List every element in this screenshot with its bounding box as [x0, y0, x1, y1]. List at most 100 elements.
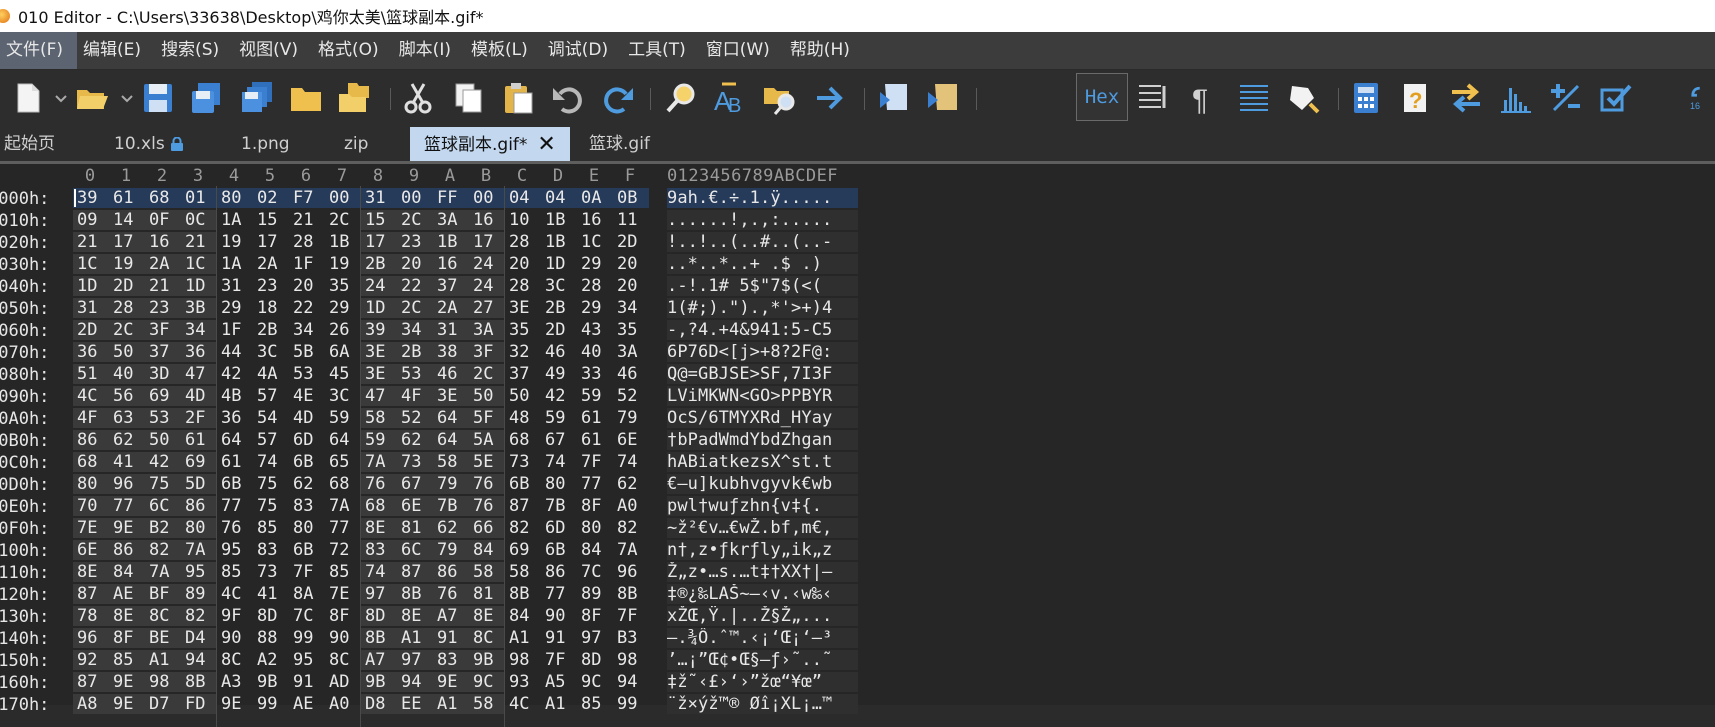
hex-byte[interactable]: 57 [253, 430, 289, 450]
hex-byte[interactable]: AE [289, 694, 325, 714]
hex-byte[interactable]: 8E [469, 606, 505, 626]
hex-byte[interactable]: 85 [325, 562, 361, 582]
hex-byte[interactable]: 33 [577, 364, 613, 384]
hex-byte[interactable]: 6D [289, 430, 325, 450]
hex-byte[interactable]: 41 [253, 584, 289, 604]
hex-byte[interactable]: 54 [253, 408, 289, 428]
run-template-icon[interactable] [924, 78, 964, 118]
hex-byte[interactable]: 69 [145, 386, 181, 406]
ascii-text[interactable]: .-!.1# 5$"7$(<( [667, 276, 858, 296]
hex-byte[interactable]: 96 [73, 628, 109, 648]
hex-byte[interactable]: 2B [253, 320, 289, 340]
hex-byte[interactable]: 20 [397, 254, 433, 274]
hex-byte[interactable]: 8F [577, 606, 613, 626]
hex-byte[interactable]: 77 [325, 518, 361, 538]
hex-byte[interactable]: 80 [541, 474, 577, 494]
hex-byte[interactable]: 62 [289, 474, 325, 494]
hex-byte[interactable]: 4E [289, 386, 325, 406]
hex-byte[interactable]: 59 [541, 408, 577, 428]
replace-icon[interactable]: AB [710, 78, 750, 118]
hex-byte[interactable]: 16 [577, 210, 613, 230]
ascii-text[interactable]: Ž„z•…s.…t‡†XX†|– [667, 562, 858, 582]
hex-byte[interactable]: 1D [73, 276, 109, 296]
hex-byte[interactable]: 2B [541, 298, 577, 318]
hex-byte[interactable]: 4B [217, 386, 253, 406]
hex-byte[interactable]: A5 [541, 672, 577, 692]
hex-byte[interactable]: 76 [469, 496, 505, 516]
save-icon[interactable] [138, 78, 178, 118]
hex-byte[interactable]: 83 [289, 496, 325, 516]
hex-byte[interactable]: 53 [289, 364, 325, 384]
hex-byte[interactable]: 97 [577, 628, 613, 648]
hex-byte[interactable]: 19 [325, 254, 361, 274]
hex-byte[interactable]: 42 [541, 386, 577, 406]
new-file-icon[interactable] [8, 78, 48, 118]
hex-byte[interactable]: 8F [109, 628, 145, 648]
hex-byte[interactable]: 81 [397, 518, 433, 538]
hex-byte[interactable]: 8D [253, 606, 289, 626]
hex-byte[interactable]: 97 [397, 650, 433, 670]
menu-scripts[interactable]: 脚本(I) [393, 32, 465, 69]
hex-byte[interactable]: 4F [397, 386, 433, 406]
hex-byte[interactable]: 98 [145, 672, 181, 692]
hex-byte[interactable]: D7 [145, 694, 181, 714]
hex-byte[interactable]: 77 [577, 474, 613, 494]
ascii-text[interactable]: 6P76D<[j>+8?2F@: [667, 342, 858, 362]
tab-1-png[interactable]: 1.png [241, 126, 290, 162]
folder-icon[interactable] [286, 78, 326, 118]
hex-byte[interactable]: 40 [577, 342, 613, 362]
ascii-text[interactable]: pwl†wuƒzhn{v‡{. [667, 496, 858, 516]
hex-byte[interactable]: 6B [289, 540, 325, 560]
hex-byte[interactable]: F7 [289, 188, 325, 208]
hex-byte[interactable]: 17 [109, 232, 145, 252]
hex-byte[interactable]: 43 [577, 320, 613, 340]
hex-byte[interactable]: 77 [541, 584, 577, 604]
hex-byte[interactable]: 2D [541, 320, 577, 340]
hex-byte[interactable]: 22 [289, 298, 325, 318]
hex-byte[interactable]: 73 [253, 562, 289, 582]
hex-byte[interactable]: 8E [109, 606, 145, 626]
hex-byte[interactable]: 5F [469, 408, 505, 428]
hex-byte[interactable]: 21 [145, 276, 181, 296]
hex-byte[interactable]: 69 [181, 452, 217, 472]
hex-byte[interactable]: 90 [541, 606, 577, 626]
hex-byte[interactable]: 1D [361, 298, 397, 318]
hex-byte[interactable]: 62 [613, 474, 649, 494]
hex-byte[interactable]: 59 [325, 408, 361, 428]
paste-icon[interactable] [498, 78, 538, 118]
hex-byte[interactable]: 74 [541, 452, 577, 472]
hex-byte[interactable]: 09 [73, 210, 109, 230]
hex-byte[interactable]: 7C [289, 606, 325, 626]
hex-byte[interactable]: 38 [433, 342, 469, 362]
hex-byte[interactable]: 36 [73, 342, 109, 362]
hex-byte[interactable]: 79 [433, 540, 469, 560]
hex-byte[interactable]: 76 [361, 474, 397, 494]
hex-byte[interactable]: 3A [469, 320, 505, 340]
menu-templates[interactable]: 模板(L) [465, 32, 542, 69]
hex-byte[interactable]: 96 [109, 474, 145, 494]
hex-byte[interactable]: 8C [325, 650, 361, 670]
find-icon[interactable] [662, 78, 702, 118]
hex-byte[interactable]: 65 [325, 452, 361, 472]
hex-byte[interactable]: 46 [541, 342, 577, 362]
hex-byte[interactable]: 81 [469, 584, 505, 604]
hex-byte[interactable]: 56 [109, 386, 145, 406]
hex-byte[interactable]: A1 [397, 628, 433, 648]
hex-byte[interactable]: 7B [541, 496, 577, 516]
hex-byte[interactable]: 68 [145, 188, 181, 208]
hex-byte[interactable]: 95 [217, 540, 253, 560]
hex-byte[interactable]: 86 [181, 496, 217, 516]
hex-byte[interactable]: 18 [253, 298, 289, 318]
compare-icon[interactable] [1446, 78, 1486, 118]
hex-byte[interactable]: A0 [325, 694, 361, 714]
hex-byte[interactable]: 27 [469, 298, 505, 318]
hex-byte[interactable]: 2D [109, 276, 145, 296]
highlight-icon[interactable] [1284, 78, 1324, 118]
hex-byte[interactable]: 80 [73, 474, 109, 494]
hex-byte[interactable]: 59 [361, 430, 397, 450]
ascii-text[interactable]: ¨ž×ýž™® Øî¡XL¡…™ [667, 694, 858, 714]
hex-byte[interactable]: 44 [217, 342, 253, 362]
hex-byte[interactable]: 3E [505, 298, 541, 318]
undo-icon[interactable] [548, 78, 588, 118]
hex-byte[interactable]: 61 [109, 188, 145, 208]
